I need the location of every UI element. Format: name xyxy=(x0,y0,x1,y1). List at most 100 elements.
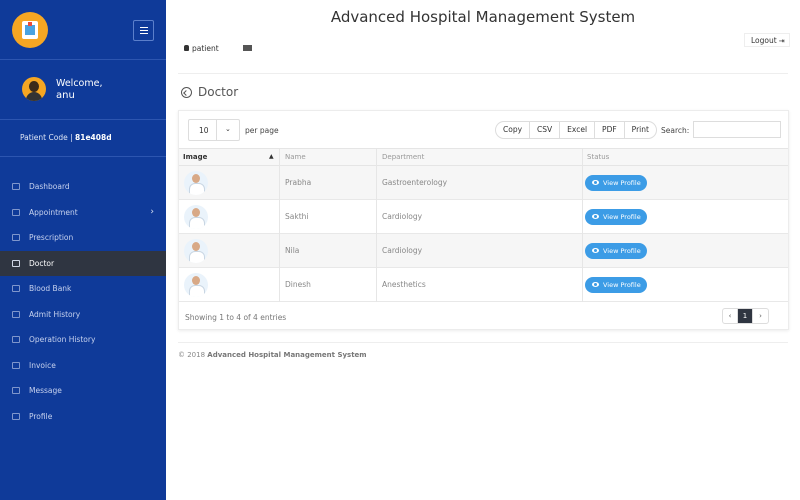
sidebar-item-label: Profile xyxy=(29,411,53,421)
view-profile-button[interactable]: View Profile xyxy=(585,209,647,225)
page-title: Doctor xyxy=(198,85,239,99)
sidebar-item-admit-history[interactable]: Admit History xyxy=(0,302,166,328)
sidebar-item-label: Appointment xyxy=(29,207,78,217)
sidebar-item-appointment[interactable]: Appointment › xyxy=(0,200,166,226)
column-header-status[interactable]: Status xyxy=(587,153,609,161)
sidebar-brand xyxy=(0,0,166,60)
main-content: Advanced Hospital Management System pati… xyxy=(166,0,800,500)
monitor-icon xyxy=(12,183,20,190)
doctor-department: Cardiology xyxy=(382,212,423,221)
drop-icon xyxy=(12,285,20,292)
table-row: Prabha Gastroenterology View Profile xyxy=(179,166,788,200)
logout-button[interactable]: Logout xyxy=(744,33,790,47)
operation-icon xyxy=(12,336,20,343)
column-header-name[interactable]: Name xyxy=(285,153,306,161)
doctor-table-panel: 10 ⌄ per page Copy CSV Excel PDF Print S… xyxy=(178,110,789,330)
page-length-value: 10 xyxy=(199,126,209,135)
sidebar-item-doctor[interactable]: Doctor xyxy=(0,250,166,276)
sidebar-item-label: Doctor xyxy=(29,258,55,268)
footer-copyright: © 2018 xyxy=(178,351,206,359)
prev-page-button[interactable]: ‹ xyxy=(723,309,738,323)
app-title: Advanced Hospital Management System xyxy=(330,8,636,26)
sidebar-item-label: Blood Bank xyxy=(29,284,72,293)
view-profile-button[interactable]: View Profile xyxy=(585,277,647,293)
export-button-group: Copy CSV Excel PDF Print xyxy=(495,121,657,139)
sidebar-item-blood-bank[interactable]: Blood Bank xyxy=(0,276,166,302)
table-row: Sakthi Cardiology View Profile xyxy=(179,200,788,234)
doctor-department: Anesthetics xyxy=(382,280,426,289)
user-md-icon xyxy=(12,259,20,267)
footer: © 2018 Advanced Hospital Management Syst… xyxy=(178,351,367,359)
page-button-current[interactable]: 1 xyxy=(738,309,753,323)
sidebar-item-label: Prescription xyxy=(29,233,74,242)
doctor-name: Sakthi xyxy=(285,212,309,221)
csv-button[interactable]: CSV xyxy=(530,122,561,138)
doctor-photo xyxy=(184,171,208,195)
sidebar-item-prescription[interactable]: Prescription xyxy=(0,225,166,251)
footer-name: Advanced Hospital Management System xyxy=(207,351,367,359)
username: anu xyxy=(56,90,75,101)
doctor-photo xyxy=(184,205,208,229)
sort-asc-icon[interactable]: ▲ xyxy=(269,153,274,160)
stethoscope-icon xyxy=(12,234,20,241)
user-icon xyxy=(184,45,189,51)
pagination: ‹ 1 › xyxy=(722,308,769,324)
mail-icon[interactable] xyxy=(243,45,252,51)
table-row: Nila Cardiology View Profile xyxy=(179,234,788,268)
eye-icon xyxy=(592,180,599,185)
sidebar-item-label: Admit History xyxy=(29,309,81,319)
view-profile-button[interactable]: View Profile xyxy=(585,243,647,259)
user-label: patient xyxy=(192,44,219,53)
doctor-photo xyxy=(184,239,208,263)
per-page-label: per page xyxy=(245,126,279,135)
sidebar-item-label: Invoice xyxy=(29,360,56,370)
sidebar-item-label: Dashboard xyxy=(29,182,70,191)
page-length-select[interactable]: 10 ⌄ xyxy=(188,119,240,141)
menu-toggle-button[interactable] xyxy=(133,20,154,41)
doctor-table: Image ▲ Name Department Status Prabha Ga… xyxy=(179,148,788,302)
divider xyxy=(178,73,788,74)
search-input[interactable] xyxy=(693,121,781,138)
avatar xyxy=(22,77,46,101)
eye-icon xyxy=(592,214,599,219)
doctor-photo xyxy=(184,273,208,297)
view-profile-label: View Profile xyxy=(603,213,641,221)
user-menu-link[interactable]: patient xyxy=(184,44,219,53)
doctor-department: Gastroenterology xyxy=(382,178,448,187)
column-header-department[interactable]: Department xyxy=(382,153,424,161)
sidebar-item-invoice[interactable]: Invoice xyxy=(0,353,166,379)
column-header-image[interactable]: Image xyxy=(183,153,207,161)
chevron-down-icon: ⌄ xyxy=(225,125,231,133)
copy-button[interactable]: Copy xyxy=(496,122,531,138)
table-info: Showing 1 to 4 of 4 entries xyxy=(185,313,287,322)
next-page-button[interactable]: › xyxy=(753,309,768,323)
history-icon xyxy=(12,310,20,318)
patient-code: Patient Code | 81e408d xyxy=(0,120,166,157)
sidebar-item-profile[interactable]: Profile xyxy=(0,404,166,430)
divider xyxy=(178,342,788,343)
sidebar-item-dashboard[interactable]: Dashboard xyxy=(0,174,166,200)
welcome-text: Welcome, xyxy=(56,78,103,89)
print-button[interactable]: Print xyxy=(625,122,656,138)
patient-code-label: Patient Code | xyxy=(20,133,73,142)
back-circle-icon[interactable] xyxy=(181,87,192,98)
doctor-name: Dinesh xyxy=(285,280,311,289)
doctor-name: Nila xyxy=(285,246,300,255)
chat-icon xyxy=(12,387,20,394)
excel-button[interactable]: Excel xyxy=(560,122,596,138)
doctor-name: Prabha xyxy=(285,178,312,187)
search-label: Search: xyxy=(661,126,690,135)
user-profile: Welcome, anu xyxy=(0,60,166,120)
view-profile-label: View Profile xyxy=(603,281,641,289)
sidebar-item-message[interactable]: Message xyxy=(0,378,166,404)
hospital-logo-icon[interactable] xyxy=(12,12,48,48)
pdf-button[interactable]: PDF xyxy=(595,122,625,138)
view-profile-label: View Profile xyxy=(603,247,641,255)
view-profile-label: View Profile xyxy=(603,179,641,187)
view-profile-button[interactable]: View Profile xyxy=(585,175,647,191)
eye-icon xyxy=(592,248,599,253)
sidebar-item-operation-history[interactable]: Operation History xyxy=(0,327,166,353)
table-row: Dinesh Anesthetics View Profile xyxy=(179,268,788,302)
patient-code-value: 81e408d xyxy=(75,133,112,142)
doctor-department: Cardiology xyxy=(382,246,423,255)
